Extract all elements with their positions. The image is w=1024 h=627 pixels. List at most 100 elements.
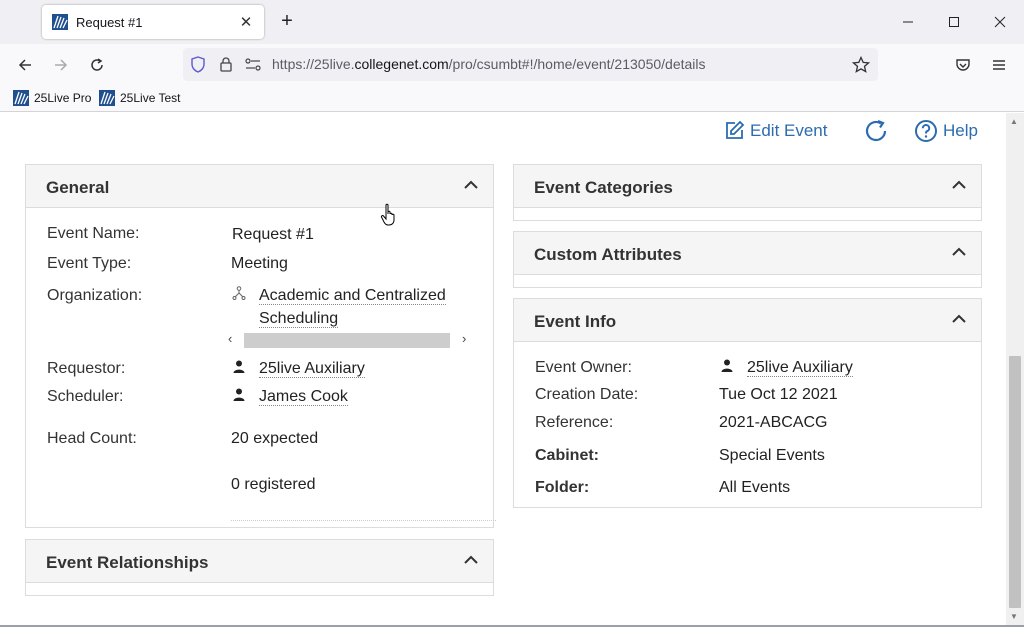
reference-value: 2021-ABCACG [719,414,828,431]
cabinet-value: Special Events [719,447,825,464]
event-name-label: Event Name: [47,225,140,242]
event-info-header[interactable]: Event Info [514,299,981,342]
folder-label: Folder: [535,479,590,496]
permissions-icon[interactable] [245,58,261,71]
event-type-label: Event Type: [47,255,132,272]
chevron-up-icon[interactable] [951,179,967,191]
panel-title: Event Relationships [46,553,209,572]
person-icon [233,360,245,373]
bookmark-label: 25Live Pro [34,91,92,105]
reload-button[interactable] [85,53,109,77]
chevron-up-icon[interactable] [463,554,479,566]
browser-tab[interactable]: Request #1 ✕ [42,5,264,39]
close-window-button[interactable] [985,8,1015,36]
event-owner-label: Event Owner: [535,359,632,376]
bookmark-25live-pro[interactable]: 25Live Pro [13,90,91,106]
tab-strip: Request #1 ✕ + [0,0,1024,44]
organization-hscrollbar[interactable]: ‹ › [226,330,474,350]
organization-link[interactable]: Academic and Centralized [259,287,446,305]
url-text[interactable]: https://25live.collegenet.com/pro/csumbt… [272,56,706,72]
hscroll-thumb[interactable] [244,333,450,348]
reference-label: Reference: [535,414,614,431]
url-bar[interactable]: https://25live.collegenet.com/pro/csumbt… [183,48,878,81]
hamburger-menu-icon [993,60,1005,70]
organization-link-cont[interactable]: Scheduling [259,310,339,328]
new-tab-button[interactable]: + [276,10,298,34]
reload-icon [91,58,103,71]
head-count-registered: 0 registered [231,476,316,493]
custom-attributes-header[interactable]: Custom Attributes [514,232,981,275]
close-window-icon [994,16,1006,28]
head-count-label: Head Count: [47,430,137,447]
25live-logo-icon [13,90,29,106]
scroll-left-icon[interactable]: ‹ [228,331,232,346]
url-path: /pro/csumbt#!/home/event/213050/details [448,56,706,72]
organization-icon [232,286,246,300]
event-owner-value: 25live Auxiliary [747,359,853,377]
minimize-icon [903,21,913,23]
minimize-button[interactable] [893,8,923,36]
person-icon [721,359,733,372]
close-tab-icon[interactable]: ✕ [238,13,254,31]
event-owner-link[interactable]: 25live Auxiliary [747,359,853,377]
event-relationships-panel: Event Relationships [25,539,494,596]
tab-title: Request #1 [76,14,143,30]
url-prefix: https://25live. [272,56,355,72]
event-categories-panel: Event Categories [513,164,982,221]
help-button[interactable]: Help [914,119,978,143]
scroll-up-icon[interactable]: ▲ [1010,117,1018,126]
nav-bar: https://25live.collegenet.com/pro/csumbt… [0,44,1024,86]
bookmark-25live-test[interactable]: 25Live Test [99,90,181,106]
scrollbar-thumb[interactable] [1009,356,1021,608]
event-relationships-header[interactable]: Event Relationships [26,540,493,583]
requestor-link[interactable]: 25live Auxiliary [259,360,365,378]
event-info-panel: Event Info Event Owner: 25live Auxiliary… [513,298,982,508]
pocket-button[interactable] [951,53,975,77]
general-panel: General Event Name: Request #1 Event Typ… [25,164,496,528]
25live-favicon-icon [52,14,68,30]
25live-logo-icon [99,90,115,106]
scheduler-link[interactable]: James Cook [259,388,348,406]
person-icon [233,388,245,401]
bookmarks-bar: 25Live Pro 25Live Test [0,86,1024,112]
panel-title: Custom Attributes [534,245,682,264]
event-name-value: Request #1 [232,226,314,243]
edit-event-button[interactable]: Edit Event [724,120,828,141]
forward-arrow-icon [55,59,68,71]
hand-cursor-icon [380,203,395,226]
custom-attributes-panel: Custom Attributes [513,231,982,288]
event-type-value: Meeting [231,255,288,272]
head-count-expected: 20 expected [231,430,319,447]
divider [231,520,496,521]
maximize-button[interactable] [939,8,969,36]
general-panel-header[interactable]: General [26,165,493,208]
scheduler-value: James Cook [259,388,348,406]
shield-icon[interactable] [190,56,206,73]
chevron-up-icon[interactable] [951,313,967,325]
lock-icon[interactable] [219,56,233,72]
back-arrow-icon [18,59,31,71]
requestor-label: Requestor: [47,360,126,377]
maximize-icon [949,17,959,27]
scroll-down-icon[interactable]: ▼ [1010,612,1018,621]
back-button[interactable] [13,53,37,77]
forward-button[interactable] [49,53,73,77]
page-scrollbar[interactable]: ▲ ▼ [1006,113,1024,625]
creation-date-label: Creation Date: [535,386,639,403]
chevron-up-icon[interactable] [951,246,967,258]
edit-icon [726,120,745,139]
refresh-button[interactable] [864,119,895,143]
bookmark-label: 25Live Test [120,91,181,105]
help-label: Help [943,121,978,140]
event-categories-header[interactable]: Event Categories [514,165,981,208]
pocket-icon [956,59,970,71]
chevron-up-icon[interactable] [463,179,479,191]
scheduler-label: Scheduler: [47,388,124,405]
folder-value: All Events [719,479,791,496]
scroll-right-icon[interactable]: › [462,331,466,346]
panel-title: Event Info [534,312,617,331]
bookmark-star-icon[interactable] [852,56,870,74]
menu-button[interactable] [987,53,1011,77]
refresh-icon [865,119,887,142]
requestor-value: 25live Auxiliary [259,360,365,378]
